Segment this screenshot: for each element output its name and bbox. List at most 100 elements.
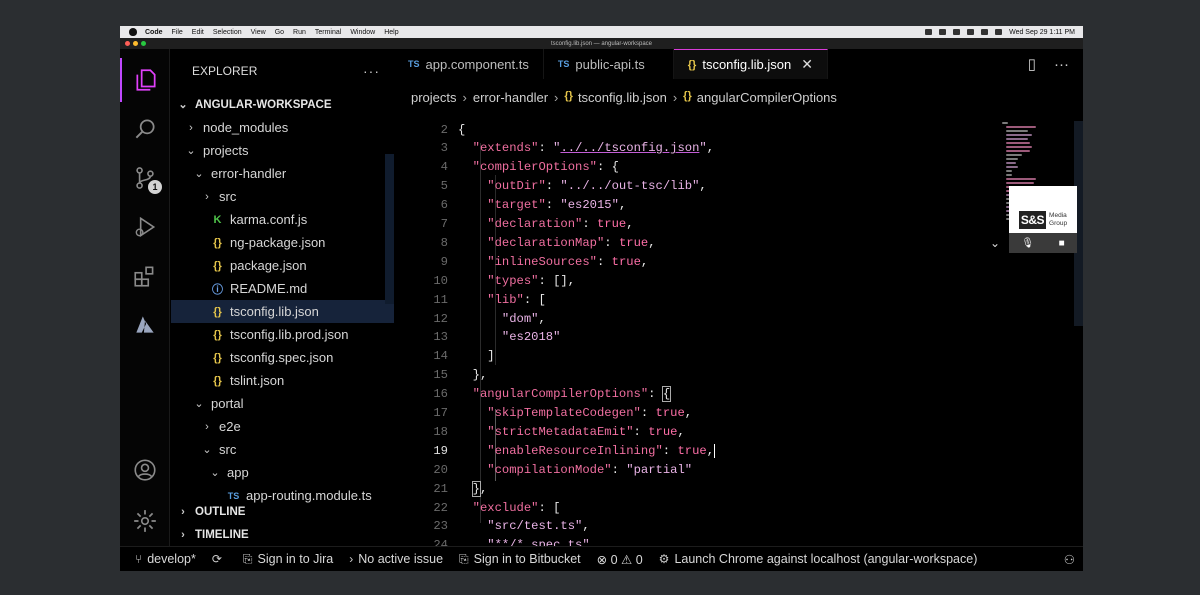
tree-item[interactable]: {} tsconfig.lib.prod.json	[171, 323, 394, 346]
code-line[interactable]: 12 "dom",	[394, 309, 545, 328]
code-line[interactable]: 6 "target": "es2015",	[394, 196, 627, 215]
tree-item[interactable]: Kkarma.conf.js	[171, 208, 394, 231]
tab-tsconfig-lib[interactable]: {} tsconfig.lib.json ✕	[673, 49, 828, 79]
code-editor[interactable]: 2{3 "extends": "../../tsconfig.json", 4 "…	[394, 115, 1083, 552]
microphone-icon[interactable]: 🎙	[1021, 238, 1034, 249]
tree-item[interactable]: ⓘ README.md	[171, 277, 394, 300]
outline-section[interactable]: › OUTLINE	[171, 500, 394, 523]
chevron-down-icon[interactable]: ⌄	[990, 236, 1000, 250]
sync-status[interactable]: ⟳	[212, 552, 227, 566]
extensions-activity-button[interactable]	[120, 254, 170, 298]
camera-icon[interactable]: ■	[1059, 238, 1065, 249]
code-line[interactable]: 5 "outDir": "../../out-tsc/lib",	[394, 177, 707, 196]
code-line[interactable]: 22 "exclude": [	[394, 498, 560, 517]
tree-item[interactable]: {} tslint.json	[171, 369, 394, 392]
explorer-activity-button[interactable]	[120, 58, 170, 102]
azure-activity-button[interactable]	[120, 303, 170, 347]
code-line[interactable]: 14 ]	[394, 347, 494, 366]
zoom-window-button[interactable]	[141, 41, 146, 46]
code-line[interactable]: 9 "inlineSources": true,	[394, 252, 649, 271]
code-line[interactable]: 4 "compilerOptions": {	[394, 158, 619, 177]
menu-file[interactable]: File	[172, 29, 183, 36]
more-actions-icon[interactable]: ···	[1054, 56, 1069, 73]
chevron-right-icon: ›	[462, 90, 467, 105]
code-line[interactable]: 8 "declarationMap": true,	[394, 233, 656, 252]
tree-item[interactable]: ⌄ portal	[171, 392, 394, 415]
code-line[interactable]: 10 "types": [],	[394, 271, 575, 290]
cloud-icon[interactable]	[925, 29, 933, 35]
split-editor-icon[interactable]: ▯	[1028, 55, 1036, 73]
menu-go[interactable]: Go	[275, 29, 284, 36]
jira-status[interactable]: ⎘ Sign in to Jira	[243, 552, 333, 567]
code-line[interactable]: 7 "declaration": true,	[394, 215, 634, 234]
breadcrumb-item[interactable]: tsconfig.lib.json	[578, 90, 667, 105]
code-text: "extends": "../../tsconfig.json",	[472, 141, 715, 156]
workspace-section[interactable]: ⌄ ANGULAR-WORKSPACE	[171, 93, 394, 116]
menu-edit[interactable]: Edit	[192, 29, 204, 36]
code-line[interactable]: 17 "skipTemplateCodegen": true,	[394, 404, 692, 423]
code-line[interactable]: 23 "src/test.ts",	[394, 517, 589, 536]
azure-icon	[136, 316, 154, 333]
tree-item[interactable]: ⌄ src	[171, 438, 394, 461]
wifi-icon[interactable]	[981, 29, 989, 35]
search-activity-button[interactable]	[120, 107, 170, 151]
close-window-button[interactable]	[125, 41, 130, 46]
tree-item[interactable]: {} ng-package.json	[171, 231, 394, 254]
sidebar-scrollbar[interactable]	[385, 154, 394, 304]
window-controls	[125, 41, 146, 46]
code-line[interactable]: 19 "enableResourceInlining": true,	[394, 441, 716, 460]
run-debug-icon	[135, 216, 156, 238]
tree-item[interactable]: › src	[171, 185, 394, 208]
tree-item[interactable]: ⌄ projects	[171, 139, 394, 162]
tree-item[interactable]: ⌄ app	[171, 461, 394, 484]
tab-app-component[interactable]: TS app.component.ts	[394, 49, 544, 79]
more-actions-icon[interactable]: ···	[363, 63, 380, 79]
tab-public-api[interactable]: TS public-api.ts	[544, 49, 674, 79]
breadcrumb-item[interactable]: error-handler	[473, 90, 548, 105]
tree-item[interactable]: {} tsconfig.spec.json	[171, 346, 394, 369]
tree-item[interactable]: {} package.json	[171, 254, 394, 277]
menu-window[interactable]: Window	[350, 29, 375, 36]
code-line[interactable]: 11 "lib": [	[394, 290, 545, 309]
bitbucket-status[interactable]: ⎘ Sign in to Bitbucket	[459, 552, 581, 567]
code-line[interactable]: 3 "extends": "../../tsconfig.json",	[394, 139, 714, 158]
close-tab-icon[interactable]: ✕	[801, 56, 813, 73]
menu-view[interactable]: View	[251, 29, 266, 36]
menu-run[interactable]: Run	[293, 29, 306, 36]
breadcrumb-item[interactable]: projects	[411, 90, 457, 105]
menu-selection[interactable]: Selection	[213, 29, 242, 36]
tree-item[interactable]: {} tsconfig.lib.json	[171, 300, 394, 323]
minimize-window-button[interactable]	[133, 41, 138, 46]
code-line[interactable]: 20 "compilationMode": "partial"	[394, 460, 692, 479]
volume-icon[interactable]	[953, 29, 961, 35]
launch-status[interactable]: ⚙ Launch Chrome against localhost (angula…	[659, 552, 978, 566]
tree-item[interactable]: › node_modules	[171, 116, 394, 139]
issue-status[interactable]: › No active issue	[349, 552, 443, 566]
manage-activity-button[interactable]	[120, 499, 170, 543]
timeline-section[interactable]: › TIMELINE	[171, 523, 394, 546]
menu-help[interactable]: Help	[384, 29, 398, 36]
code-line[interactable]: 15 },	[394, 366, 487, 385]
code-line[interactable]: 2{	[394, 120, 466, 139]
accounts-activity-button[interactable]	[120, 448, 170, 492]
battery-icon[interactable]	[967, 29, 975, 35]
code-line[interactable]: 18 "strictMetadataEmit": true,	[394, 422, 684, 441]
tree-item[interactable]: ⌄ error-handler	[171, 162, 394, 185]
control-center-icon[interactable]	[995, 29, 1003, 35]
run-debug-activity-button[interactable]	[120, 205, 170, 249]
code-text: {	[458, 122, 466, 137]
source-control-activity-button[interactable]: 1	[120, 156, 170, 200]
code-line[interactable]: 21 },	[394, 479, 487, 498]
record-icon[interactable]	[939, 29, 947, 35]
breadcrumb-item[interactable]: angularCompilerOptions	[697, 90, 837, 105]
menubar-clock[interactable]: Wed Sep 29 1:11 PM	[1009, 29, 1075, 36]
menu-terminal[interactable]: Terminal	[315, 29, 341, 36]
tree-item[interactable]: › e2e	[171, 415, 394, 438]
branch-status[interactable]: ⑂ develop*	[135, 552, 196, 566]
problems-status[interactable]: ⊗ 0 ⚠ 0	[597, 552, 643, 567]
accounts-icon[interactable]: ⚇	[1064, 552, 1083, 567]
menu-app-name[interactable]: Code	[145, 29, 163, 36]
code-line[interactable]: 16 "angularCompilerOptions": {	[394, 385, 672, 404]
code-line[interactable]: 13 "es2018"	[394, 328, 560, 347]
apple-icon[interactable]	[129, 28, 137, 36]
